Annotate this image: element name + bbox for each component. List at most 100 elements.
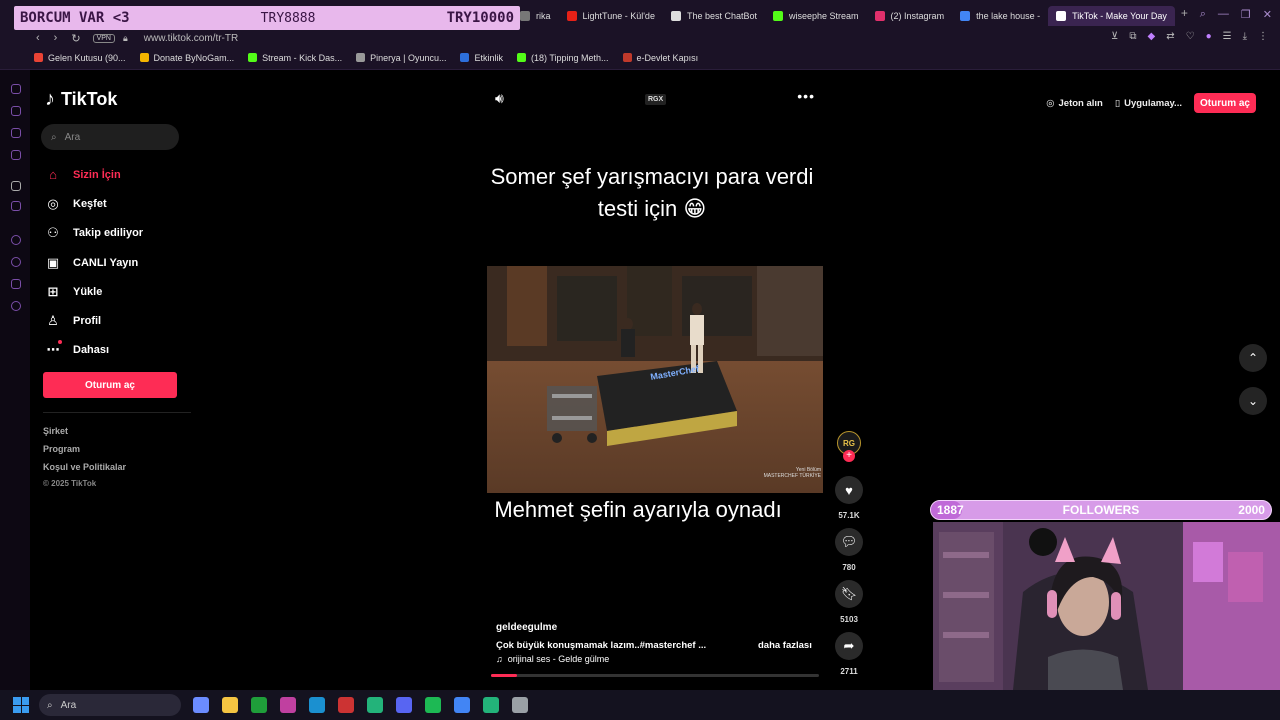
video-progress-bar[interactable] bbox=[491, 674, 819, 677]
bookmark-item[interactable]: Donate ByNoGam... bbox=[139, 53, 234, 63]
search-tabs-icon[interactable]: ⌕ bbox=[1200, 8, 1206, 21]
history-icon[interactable] bbox=[11, 257, 21, 267]
messenger-icon[interactable] bbox=[11, 150, 21, 160]
video-options-icon[interactable]: ••• bbox=[797, 88, 815, 104]
login-button[interactable]: Oturum aç bbox=[43, 372, 177, 398]
next-video-button[interactable]: ⌄ bbox=[1239, 387, 1267, 415]
tab-label: (2) Instagram bbox=[890, 11, 945, 21]
settings-icon[interactable] bbox=[11, 301, 21, 311]
browser-tab[interactable]: The best ChatBot bbox=[663, 6, 765, 26]
notification-dot bbox=[58, 340, 62, 344]
comment-icon: 💬︎ bbox=[840, 534, 858, 549]
save-button[interactable]: 🔖︎ bbox=[835, 580, 863, 608]
search-box[interactable]: ⌕ Ara bbox=[41, 124, 179, 150]
footer-copyright: © 2025 TikTok bbox=[43, 479, 97, 488]
footer-program-link[interactable]: Program bbox=[43, 444, 80, 454]
whatsapp-icon[interactable] bbox=[11, 128, 21, 138]
extensions-icon[interactable] bbox=[11, 279, 21, 289]
maximize-icon[interactable]: ❐ bbox=[1241, 8, 1251, 21]
music-info[interactable]: ♫ orijinal ses - Gelde gülme bbox=[496, 654, 609, 664]
tab-favicon-icon bbox=[874, 11, 885, 21]
screenshot-icon[interactable]: ⧉ bbox=[1129, 31, 1136, 42]
get-coins-label: Jeton alın bbox=[1058, 97, 1103, 109]
nav-item[interactable]: ▣ CANLI Yayın bbox=[45, 248, 143, 277]
show-more-link[interactable]: daha fazlası bbox=[758, 640, 812, 651]
comment-button[interactable]: 💬︎ bbox=[835, 528, 863, 556]
nav-item[interactable]: ◎ Keşfet bbox=[45, 189, 143, 218]
taskbar-app-icon[interactable] bbox=[309, 697, 325, 713]
browser-tab[interactable]: TikTok - Make Your Day bbox=[1048, 6, 1175, 26]
taskbar-app-icon[interactable] bbox=[280, 697, 296, 713]
bookmark-item[interactable]: e-Devlet Kapısı bbox=[622, 52, 699, 63]
taskbar-app-icon[interactable] bbox=[396, 697, 412, 713]
bookmark-item[interactable]: (18) Tipping Meth... bbox=[517, 53, 609, 63]
get-coins-button[interactable]: ◎ Jeton alın bbox=[1046, 98, 1103, 109]
vpn-badge[interactable]: VPN bbox=[92, 33, 115, 43]
nav-item[interactable]: ⌂ Sizin İçin bbox=[45, 160, 143, 189]
pin-icon[interactable]: ⊻ bbox=[1111, 31, 1118, 42]
download-icon[interactable]: ⤓ bbox=[1243, 31, 1247, 42]
tiktok-app-icon[interactable] bbox=[11, 181, 21, 191]
windows-start-icon[interactable] bbox=[13, 697, 29, 713]
bookmarks-bar: Gelen Kutusu (90... Donate ByNoGam... Stre… bbox=[0, 46, 1280, 70]
bookmark-item[interactable]: Etkinlik bbox=[460, 53, 503, 63]
bookmark-label: (18) Tipping Meth... bbox=[531, 52, 609, 63]
menu-icon[interactable]: ☰ bbox=[1223, 31, 1232, 42]
chat-icon[interactable] bbox=[11, 106, 21, 116]
url-field[interactable]: www.tiktok.com/tr-TR bbox=[144, 33, 238, 44]
new-tab-button[interactable]: + bbox=[1175, 6, 1194, 26]
follow-plus-icon[interactable]: + bbox=[843, 450, 855, 462]
heart-icon[interactable]: ♡ bbox=[1186, 31, 1195, 42]
back-icon[interactable]: ‹ bbox=[36, 32, 40, 45]
tiktok-note-icon: ♪ bbox=[45, 88, 55, 110]
nav-item[interactable]: ⚇ Takip ediliyor bbox=[45, 219, 143, 248]
video-frame[interactable]: MasterChef Yeni Bölüm MASTERCHEF TÜRKİYE bbox=[487, 266, 823, 493]
minimize-icon[interactable]: — bbox=[1218, 8, 1229, 21]
nav-item[interactable]: ⊞ Yükle bbox=[45, 277, 143, 306]
taskbar-app-icon[interactable] bbox=[193, 697, 209, 713]
sidebar-toggle-icon[interactable]: ⋮ bbox=[1258, 31, 1268, 42]
taskbar-app-icon[interactable] bbox=[454, 697, 470, 713]
taskbar-app-icon[interactable] bbox=[483, 697, 499, 713]
search-input[interactable]: Ara bbox=[65, 132, 81, 143]
browser-tab[interactable]: the lake house - bbox=[952, 6, 1048, 26]
bookmark-item[interactable]: Gelen Kutusu (90... bbox=[34, 53, 126, 63]
bookmark-item[interactable]: Pinerya | Oyuncu... bbox=[356, 53, 446, 63]
tiktok-logo[interactable]: ♪ TikTok bbox=[45, 88, 117, 111]
like-button[interactable]: ♥ bbox=[835, 476, 863, 504]
player-icon[interactable] bbox=[11, 235, 21, 245]
profile-icon[interactable]: ● bbox=[1206, 31, 1212, 42]
twitch-icon[interactable] bbox=[11, 201, 21, 211]
get-app-button[interactable]: ▯ Uygulamay... bbox=[1115, 98, 1182, 109]
main-nav: ⌂ Sizin İçin ◎ Keşfet ⚇ Takip ediliyor ▣ CANLI … bbox=[45, 160, 144, 365]
forward-icon[interactable]: › bbox=[54, 32, 58, 45]
taskbar-app-icon[interactable] bbox=[512, 697, 528, 713]
top-login-button[interactable]: Oturum aç bbox=[1193, 93, 1256, 113]
close-icon[interactable]: ✕ bbox=[1263, 8, 1272, 21]
taskbar-search-input[interactable]: Ara bbox=[61, 700, 77, 711]
reload-icon[interactable]: ↻ bbox=[71, 32, 80, 45]
browser-tab[interactable]: wiseephe Stream bbox=[765, 6, 867, 26]
followers-goal-bar: 1887 FOLLOWERS 2000 bbox=[930, 500, 1272, 520]
browser-tab[interactable]: (2) Instagram bbox=[867, 6, 953, 26]
ai-icon[interactable] bbox=[11, 84, 21, 94]
tab-favicon-icon bbox=[566, 11, 577, 21]
footer-terms-link[interactable]: Koşul ve Politikalar bbox=[43, 462, 126, 472]
taskbar-app-icon[interactable] bbox=[338, 697, 354, 713]
bookmark-label: e-Devlet Kapısı bbox=[636, 52, 699, 63]
share-button[interactable]: ➦ bbox=[835, 632, 863, 660]
shield-icon[interactable]: ◆ bbox=[1148, 31, 1156, 42]
taskbar-app-icon[interactable] bbox=[367, 697, 383, 713]
creator-username[interactable]: geldeegulme bbox=[496, 622, 557, 633]
browser-tab[interactable]: LightTune - Kül'de bbox=[559, 6, 663, 26]
previous-video-button[interactable]: ⌃ bbox=[1239, 344, 1267, 372]
taskbar-app-icon[interactable] bbox=[251, 697, 267, 713]
nav-item[interactable]: ♙ Profil bbox=[45, 306, 143, 335]
taskbar-search[interactable]: ⌕ Ara bbox=[39, 694, 181, 716]
footer-company-link[interactable]: Şirket bbox=[43, 426, 68, 436]
volume-icon[interactable]: 🔊︎ bbox=[495, 90, 504, 107]
taskbar-app-icon[interactable] bbox=[425, 697, 441, 713]
translate-icon[interactable]: ⇄ bbox=[1166, 31, 1174, 42]
bookmark-item[interactable]: Stream - Kick Das... bbox=[248, 53, 342, 63]
taskbar-app-icon[interactable] bbox=[222, 697, 238, 713]
